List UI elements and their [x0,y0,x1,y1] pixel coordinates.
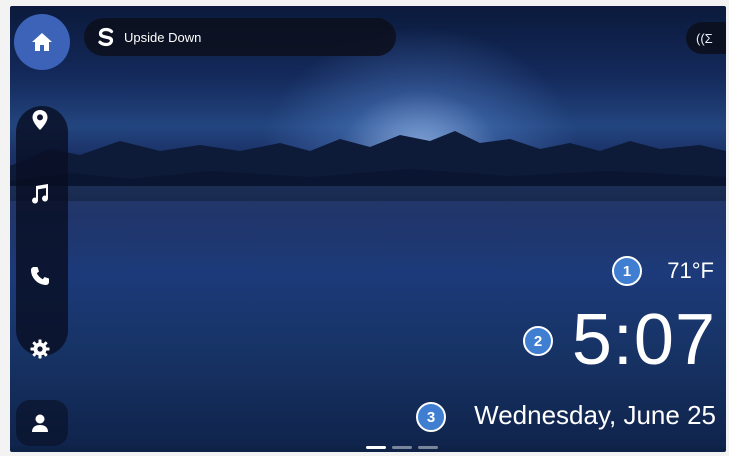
location-pin-icon [32,110,48,130]
sidebar-track [16,106,68,356]
home-icon [32,33,52,51]
phone-icon [31,267,49,285]
now-playing-pill[interactable]: Upside Down [84,18,396,56]
page-dot-1[interactable] [366,446,386,449]
page-dot-2[interactable] [392,446,412,449]
home-screen: Upside Down ((Σ 1 71°F 2 5:07 3 Wednesda… [10,6,726,452]
now-playing-title: Upside Down [124,29,202,45]
callout-marker-2: 2 [523,326,553,356]
gear-icon [30,339,50,359]
sidebar-item-media[interactable] [18,172,62,216]
wireless-status-pill[interactable]: ((Σ [686,22,726,54]
clock-time: 5:07 [571,300,716,380]
callout-marker-1: 1 [612,256,642,286]
callout-marker-3: 3 [416,402,446,432]
music-note-icon [32,184,49,204]
wireless-signal-icon: ((Σ [696,30,713,46]
page-indicator [366,446,438,449]
siriusxm-icon [96,27,116,47]
outside-temperature: 71°F [667,258,714,283]
sidebar [10,6,72,452]
sidebar-item-navigation[interactable] [18,98,62,142]
sidebar-item-profile[interactable] [18,401,62,445]
sidebar-item-settings[interactable] [18,327,62,371]
current-date: Wednesday, June 25 [474,400,716,430]
person-icon [32,414,48,432]
page-dot-3[interactable] [418,446,438,449]
sidebar-item-phone[interactable] [18,254,62,298]
sidebar-item-home[interactable] [14,14,70,70]
